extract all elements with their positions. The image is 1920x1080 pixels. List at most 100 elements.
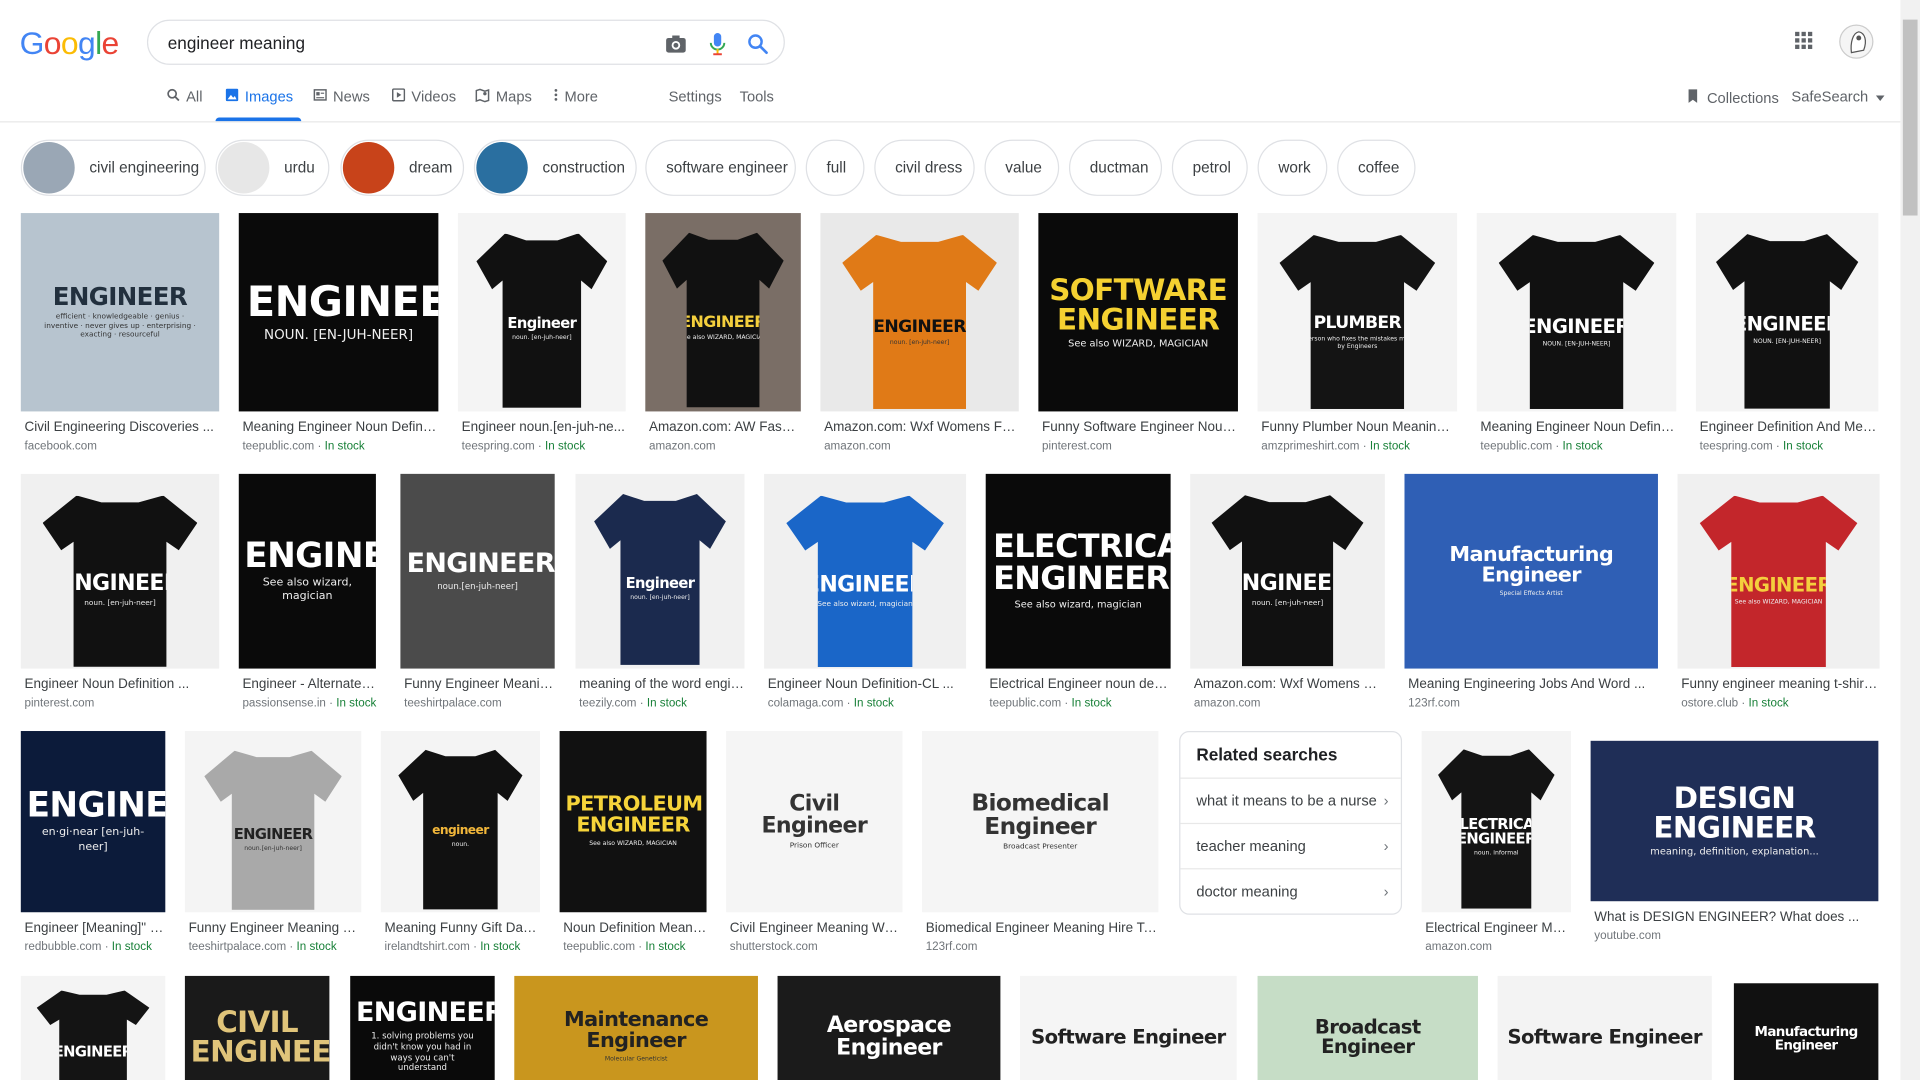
result-source[interactable]: teeshirtpalace.com · In stock bbox=[189, 940, 337, 953]
result-thumbnail[interactable]: DESIGN ENGINEER meaning, definition, expl… bbox=[1590, 740, 1879, 902]
chip[interactable]: work bbox=[1257, 139, 1328, 196]
result-title[interactable]: Electrical Engineer Me... bbox=[1425, 921, 1571, 936]
result-title[interactable]: Amazon.com: AW Fashi... bbox=[649, 420, 801, 435]
google-logo[interactable]: Google bbox=[20, 24, 120, 62]
result-title[interactable]: Biomedical Engineer Meaning Hire Tex... bbox=[926, 921, 1159, 936]
result-source[interactable]: teezily.com · In stock bbox=[579, 697, 687, 710]
result-source[interactable]: amazon.com bbox=[649, 440, 716, 453]
result-source[interactable]: teespring.com · In stock bbox=[1700, 440, 1824, 453]
tab-settings[interactable]: Settings bbox=[669, 88, 722, 121]
camera-icon[interactable] bbox=[662, 31, 689, 58]
tab-images[interactable]: Images bbox=[225, 88, 293, 121]
result-title[interactable]: Meaning Engineer Noun Definiti... bbox=[1480, 420, 1676, 435]
result-thumbnail[interactable]: ENGINEER noun.[en-juh-neer] bbox=[184, 731, 362, 913]
result-title[interactable]: Funny Software Engineer Noun ... bbox=[1042, 420, 1238, 435]
result-thumbnail[interactable]: ENGINEER NOUN. [EN-JUH-NEER] bbox=[1476, 213, 1677, 412]
tab-news[interactable]: News bbox=[313, 88, 370, 121]
chip[interactable]: software engineer bbox=[645, 139, 796, 196]
result-thumbnail[interactable]: engineer noun. bbox=[380, 731, 541, 913]
chip[interactable]: petrol bbox=[1171, 139, 1248, 196]
result-title[interactable]: Funny Engineer Meanin... bbox=[404, 677, 555, 692]
result-thumbnail[interactable]: Maintenance Engineer Molecular Geneticist bbox=[514, 975, 758, 1080]
tab-tools[interactable]: Tools bbox=[740, 88, 774, 121]
result-thumbnail[interactable]: Engineer noun. [en-juh-neer] bbox=[457, 213, 626, 412]
result-title[interactable]: Engineer - Alternate D... bbox=[242, 677, 375, 692]
result-thumbnail[interactable]: ENGINEER noun.[en-juh-neer] bbox=[400, 473, 555, 669]
chip[interactable]: civil dress bbox=[874, 139, 975, 196]
result-thumbnail[interactable]: ENGINEER NOUN. [EN-JUH-NEER] bbox=[1695, 213, 1879, 412]
result-thumbnail[interactable]: Engineer noun. [en-juh-neer] bbox=[575, 473, 745, 669]
result-title[interactable]: Meaning Engineer Noun Definiti... bbox=[242, 420, 438, 435]
chip[interactable]: dream bbox=[340, 139, 465, 196]
result-title[interactable]: Noun Definition Meani... bbox=[563, 921, 706, 936]
microphone-icon[interactable] bbox=[704, 31, 731, 58]
search-icon[interactable] bbox=[744, 31, 771, 58]
result-title[interactable]: Electrical Engineer noun defi... bbox=[989, 677, 1170, 692]
result-thumbnail[interactable]: PETROLEUM ENGINEER See also WIZARD, MAGIC… bbox=[559, 731, 707, 913]
result-thumbnail[interactable]: SOFTWARE ENGINEER See also WIZARD, MAGICI… bbox=[1038, 213, 1238, 412]
result-thumbnail[interactable]: ENGINEERSee also wizard, magician bbox=[764, 473, 967, 669]
result-title[interactable]: Civil Engineering Discoveries ... bbox=[24, 420, 219, 435]
result-title[interactable]: Civil Engineer Meaning Wor... bbox=[730, 921, 903, 936]
collections-button[interactable]: Collections bbox=[1686, 88, 1779, 108]
apps-grid-icon[interactable] bbox=[1794, 31, 1818, 55]
result-thumbnail[interactable]: ENGINEER 1. solving problems you didn't k… bbox=[350, 975, 495, 1080]
related-search-item[interactable]: what it means to be a nurse › bbox=[1180, 777, 1401, 823]
result-thumbnail[interactable]: Biomedical Engineer Broadcast Presenter bbox=[922, 731, 1159, 913]
result-source[interactable]: pinterest.com bbox=[24, 697, 94, 710]
result-source[interactable]: 123rf.com bbox=[926, 940, 978, 953]
result-source[interactable]: teepublic.com · In stock bbox=[989, 697, 1111, 710]
result-title[interactable]: meaning of the word engin... bbox=[579, 677, 744, 692]
result-source[interactable]: facebook.com bbox=[24, 440, 96, 453]
result-thumbnail[interactable]: ENGINEER See also WIZARD, MAGICIAN bbox=[1677, 473, 1880, 669]
result-thumbnail[interactable]: Aerospace Engineer bbox=[777, 975, 1001, 1080]
result-title[interactable]: Funny Plumber Noun Meaning A... bbox=[1261, 420, 1457, 435]
result-source[interactable]: irelandtshirt.com · In stock bbox=[384, 940, 520, 953]
result-source[interactable]: amzprimeshirt.com · In stock bbox=[1261, 440, 1410, 453]
tab-more[interactable]: More bbox=[553, 88, 598, 121]
chip[interactable]: construction bbox=[473, 139, 637, 196]
chip[interactable]: full bbox=[805, 139, 865, 196]
result-thumbnail[interactable]: Civil Engineer Prison Officer bbox=[726, 731, 903, 913]
result-thumbnail[interactable]: ENGINEER bbox=[20, 975, 166, 1080]
tab-videos[interactable]: Videos bbox=[392, 88, 456, 121]
result-source[interactable]: redbubble.com · In stock bbox=[24, 940, 151, 953]
account-avatar[interactable] bbox=[1839, 24, 1874, 59]
result-title[interactable]: Engineer noun.[en-juh-ne... bbox=[462, 420, 626, 435]
result-title[interactable]: Meaning Engineering Jobs And Word ... bbox=[1408, 677, 1658, 692]
safesearch-button[interactable]: SafeSearch bbox=[1791, 88, 1885, 105]
result-title[interactable]: Amazon.com: Wxf Womens Fun... bbox=[824, 420, 1019, 435]
result-thumbnail[interactable]: Software Engineer bbox=[1497, 975, 1712, 1080]
result-thumbnail[interactable]: PLUMBER A person who fixes the mistakes m… bbox=[1257, 213, 1458, 412]
result-thumbnail[interactable]: ENGINEER efficient · knowledgeable · geni… bbox=[20, 213, 220, 412]
result-thumbnail[interactable]: ELECTRICAL ENGINEERSee also wizard, magi… bbox=[985, 473, 1171, 669]
result-source[interactable]: teepublic.com · In stock bbox=[242, 440, 364, 453]
result-title[interactable]: Engineer Definition And Mea... bbox=[1700, 420, 1879, 435]
search-input[interactable] bbox=[167, 30, 646, 56]
tab-maps[interactable]: Maps bbox=[475, 88, 532, 121]
related-search-item[interactable]: teacher meaning › bbox=[1180, 822, 1401, 868]
result-title[interactable]: Engineer [Meaning]" K... bbox=[24, 921, 165, 936]
result-source[interactable]: teeshirtpalace.com bbox=[404, 697, 502, 710]
result-source[interactable]: ostore.club · In stock bbox=[1681, 697, 1788, 710]
scrollbar-thumb[interactable] bbox=[1902, 19, 1918, 216]
result-thumbnail[interactable]: ELECTRICAL ENGINEER noun. informal bbox=[1421, 731, 1572, 913]
chip[interactable]: ductman bbox=[1068, 139, 1163, 196]
result-source[interactable]: colamaga.com · In stock bbox=[768, 697, 894, 710]
result-source[interactable]: youtube.com bbox=[1594, 929, 1661, 942]
result-thumbnail[interactable]: ENGINEER See also WIZARD, MAGICIAN bbox=[645, 213, 801, 412]
result-thumbnail[interactable]: CIVIL ENGINEER bbox=[184, 975, 330, 1080]
result-thumbnail[interactable]: ENGINEER noun. [en-juh-neer] bbox=[820, 213, 1019, 412]
result-source[interactable]: amazon.com bbox=[1194, 697, 1261, 710]
result-thumbnail[interactable]: Software Engineer bbox=[1020, 975, 1237, 1080]
result-title[interactable]: What is DESIGN ENGINEER? What does ... bbox=[1594, 910, 1878, 925]
chip[interactable]: urdu bbox=[215, 139, 330, 196]
result-thumbnail[interactable]: ENGINEER noun. [en-juh-neer] bbox=[20, 473, 220, 669]
result-title[interactable]: Amazon.com: Wxf Womens Fu... bbox=[1194, 677, 1385, 692]
result-source[interactable]: teepublic.com · In stock bbox=[563, 940, 685, 953]
result-thumbnail[interactable]: Broadcast Engineer bbox=[1257, 975, 1478, 1080]
result-title[interactable]: Engineer Noun Definition ... bbox=[24, 677, 219, 692]
result-thumbnail[interactable]: ENGINEERen·gi·near [en-juh-neer] bbox=[20, 731, 166, 913]
result-source[interactable]: amazon.com bbox=[824, 440, 891, 453]
result-source[interactable]: passionsense.in · In stock bbox=[242, 697, 376, 710]
